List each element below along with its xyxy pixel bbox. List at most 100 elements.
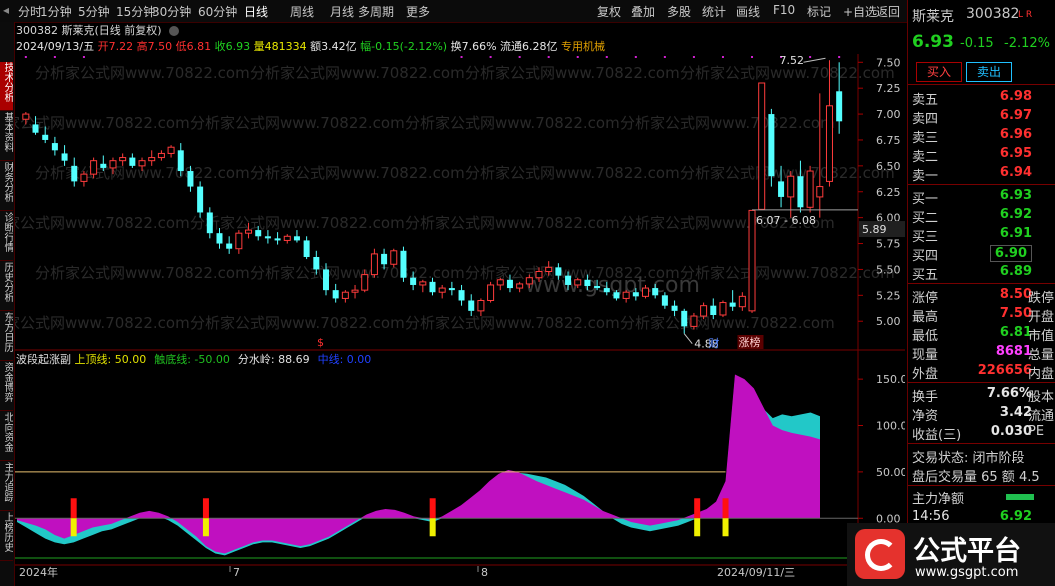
- limit-up-tag[interactable]: 涨榜: [738, 335, 760, 349]
- period-tab-9[interactable]: 多周期: [358, 3, 394, 20]
- yellow-signal-bar: [722, 518, 729, 537]
- period-tab-10[interactable]: 更多: [406, 3, 430, 20]
- stat2-label: 换手: [912, 390, 939, 405]
- top-dot-mark: [460, 56, 463, 58]
- chart-area[interactable]: 分析家公式网www.70822.com 分析家公式网www.70822.com 分析…: [15, 54, 905, 586]
- left-tab-7[interactable]: 北向资金: [0, 412, 13, 461]
- candle-body: [322, 269, 329, 291]
- watermark-text: 分析家公式网www.70822.com: [190, 314, 405, 332]
- watermark-text: 分析家公式网www.70822.com: [405, 214, 620, 232]
- candle-body: [690, 315, 698, 327]
- watermark-text: 分析家公式网www.70822.com: [15, 214, 190, 232]
- period-tab-0[interactable]: 分时: [18, 3, 42, 20]
- gap-label: 6.07 - 6.08: [756, 214, 816, 227]
- left-tab-3[interactable]: 诊断行情: [0, 212, 13, 261]
- ask-price: 6.97: [999, 108, 1032, 123]
- watermark-text: 分析家公式网www.70822.com: [190, 114, 405, 132]
- main-net-row[interactable]: 主力净额: [908, 487, 1055, 507]
- period-tab-6[interactable]: 日线: [244, 3, 268, 20]
- stat-label-2: 开盘: [1028, 310, 1055, 325]
- stat2-row: 换手 7.66% 股本: [908, 385, 1055, 405]
- indicator-param-3: 中线: 0.00: [317, 353, 372, 366]
- period-tab-1[interactable]: 1分钟: [40, 3, 72, 20]
- candle-body: [594, 286, 601, 289]
- top-dot-mark: [576, 56, 579, 58]
- ask-price: 6.98: [999, 89, 1032, 104]
- date-value: 2024/09/13/五: [16, 40, 95, 53]
- main-y-tick-label: 5.75: [876, 238, 901, 251]
- sell-button[interactable]: 卖出: [966, 62, 1012, 82]
- yellow-signal-bar: [694, 518, 701, 537]
- candle-body: [825, 105, 833, 182]
- industry-tag[interactable]: 专用机械: [561, 40, 605, 53]
- change-label: 幅: [360, 40, 372, 53]
- candle-body: [245, 229, 253, 234]
- candle-body: [197, 186, 204, 213]
- toolbar-right-4[interactable]: 画线: [736, 3, 760, 20]
- stat2-row: 净资 3.42 流通: [908, 404, 1055, 424]
- red-signal-bar: [202, 498, 209, 519]
- red-signal-bar: [722, 498, 729, 519]
- period-tab-3[interactable]: 15分钟: [116, 3, 155, 20]
- period-tab-2[interactable]: 5分钟: [78, 3, 110, 20]
- candle-body: [351, 289, 359, 293]
- candle-body: [226, 243, 233, 249]
- left-tab-8[interactable]: 主力追踪: [0, 462, 13, 511]
- left-tab-4[interactable]: 历史分析: [0, 262, 13, 311]
- left-tab-5[interactable]: 东方日历: [0, 312, 13, 361]
- quote-price: 6.93: [912, 32, 954, 52]
- sep: [908, 184, 1055, 185]
- stat-row: 最低 6.81 市值: [908, 324, 1055, 344]
- ind-y-tick-label: 50.00: [876, 466, 905, 479]
- candle-body: [235, 232, 243, 250]
- period-tab-4[interactable]: 30分钟: [152, 3, 191, 20]
- toolbar-right-7[interactable]: +自选: [843, 3, 877, 20]
- watermark-text: 分析家公式网www.70822.com: [620, 314, 835, 332]
- amount-value: 3.42亿: [321, 40, 357, 53]
- left-tab-9[interactable]: 上榜历史: [0, 512, 13, 561]
- period-tab-5[interactable]: 60分钟: [198, 3, 237, 20]
- bid-price: 6.89: [999, 264, 1032, 279]
- toolbar-right-8[interactable]: 返回: [876, 3, 900, 20]
- close-label: 收: [214, 40, 226, 53]
- left-tab-6[interactable]: 资金博弈: [0, 362, 13, 411]
- left-tab-1[interactable]: 基本资料: [0, 112, 13, 161]
- x-axis-label: 7: [233, 566, 240, 579]
- toolbar-right-3[interactable]: 统计: [702, 3, 726, 20]
- toolbar-right-6[interactable]: 标记: [807, 3, 831, 20]
- candle-body: [216, 233, 223, 244]
- watermark-text: 分析家公式网www.70822.com: [680, 264, 895, 282]
- ask-row: 卖四 6.97: [908, 107, 1055, 127]
- period-tab-8[interactable]: 月线: [330, 3, 354, 20]
- toolbar-right-5[interactable]: F10: [773, 3, 795, 17]
- main-y-tick-label: 7.25: [876, 82, 901, 95]
- toolbar-right-1[interactable]: 叠加: [631, 3, 655, 20]
- ask-price: 6.95: [999, 146, 1032, 161]
- period-tab-7[interactable]: 周线: [290, 3, 314, 20]
- candle-body: [32, 124, 39, 133]
- finance-tag[interactable]: 财: [708, 336, 719, 350]
- candle-body: [758, 82, 766, 210]
- dropdown-icon[interactable]: [169, 26, 180, 36]
- candle-body: [438, 287, 446, 293]
- candle-body: [458, 290, 465, 301]
- toolbar-right-2[interactable]: 多股: [667, 3, 691, 20]
- buy-button[interactable]: 买入: [916, 62, 962, 82]
- candle-body: [303, 240, 310, 257]
- candle-body: [187, 171, 194, 187]
- back-icon[interactable]: ◂: [3, 3, 9, 17]
- candle-body: [157, 152, 165, 159]
- ind-y-tick-label: 100.0: [876, 420, 905, 433]
- watermark-center: www.gsgpt.com: [525, 273, 700, 298]
- main-y-tick-label: 5.50: [876, 263, 901, 276]
- logo-text: 公式平台: [913, 536, 1021, 567]
- left-tab-2[interactable]: 财务分析: [0, 162, 13, 211]
- candle-body: [22, 113, 30, 120]
- indicator-name[interactable]: 波段起涨副: [16, 353, 75, 366]
- candle-body: [90, 160, 98, 175]
- left-tab-0[interactable]: 技术分析: [0, 62, 13, 111]
- top-dot-mark: [809, 56, 812, 58]
- bid-price: 6.92: [999, 207, 1032, 222]
- toolbar-right-0[interactable]: 复权: [597, 3, 621, 20]
- stat2-label-2: PE: [1028, 424, 1045, 439]
